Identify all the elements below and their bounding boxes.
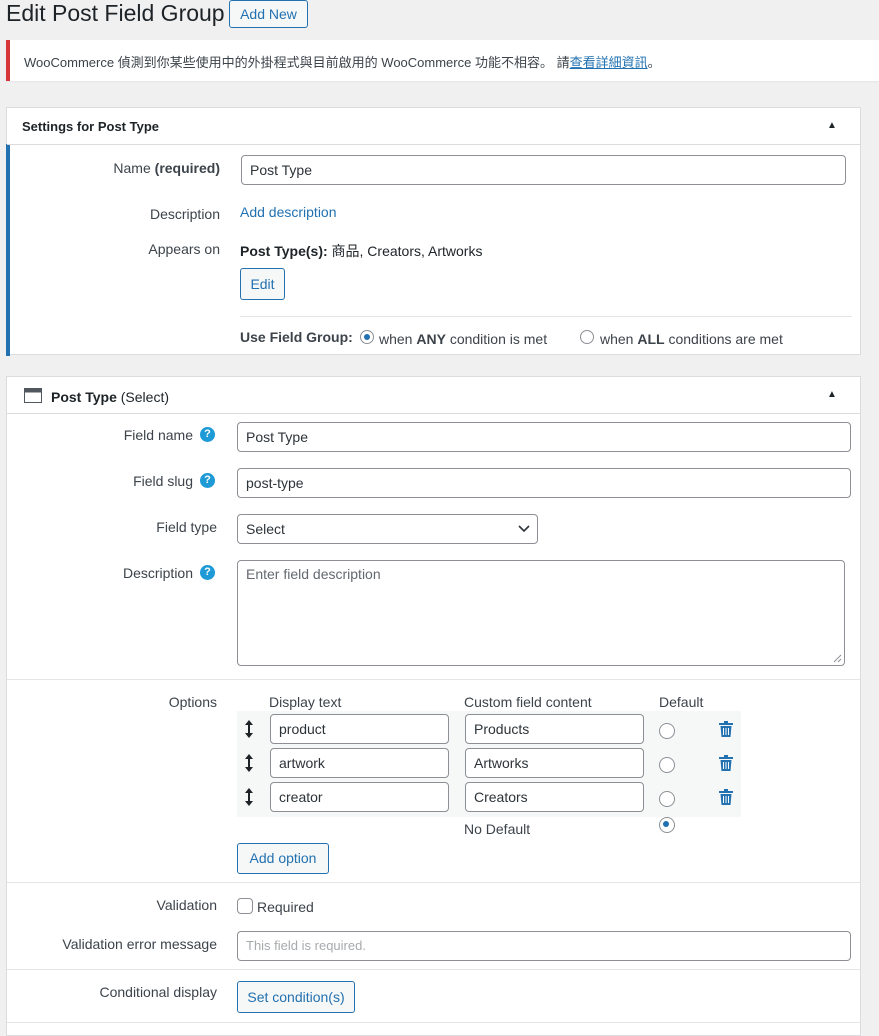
group-name-input[interactable]: Post Type	[241, 155, 846, 185]
settings-box: Settings for Post Type ▲	[6, 107, 861, 356]
name-label-text: Name	[113, 160, 151, 176]
settings-description-label: Description	[149, 206, 220, 222]
all-suffix: conditions are met	[668, 331, 783, 347]
trash-icon[interactable]	[719, 789, 733, 805]
divider	[240, 316, 852, 317]
page-title: Edit Post Field Group	[6, 0, 225, 26]
drag-handle-icon[interactable]	[244, 753, 254, 773]
divider	[7, 1022, 860, 1023]
post-types-label: Post Type(s):	[240, 243, 328, 259]
field-name-input[interactable]: Post Type	[237, 422, 851, 452]
options-label: Options	[168, 694, 217, 710]
field-title-type: (Select)	[120, 389, 169, 405]
field-title: Post Type	[51, 389, 117, 405]
condition-all-radio[interactable]	[580, 330, 594, 344]
option-display-input[interactable]: product	[270, 714, 449, 744]
any-suffix: condition is met	[449, 331, 548, 347]
field-type-value: Select	[246, 521, 285, 537]
validation-error-label: Validation error message	[62, 936, 217, 952]
chevron-down-icon	[518, 525, 530, 533]
no-default-label: No Default	[464, 821, 531, 837]
divider	[7, 144, 860, 145]
use-field-group-label: Use Field Group:	[240, 329, 353, 345]
no-default-radio[interactable]	[659, 817, 675, 833]
settings-box-title: Settings for Post Type	[22, 119, 159, 134]
notice-details-link[interactable]: 查看詳細資訊	[570, 55, 648, 70]
appears-on-label: Appears on	[148, 241, 220, 257]
edit-post-types-button[interactable]: Edit	[240, 268, 285, 300]
trash-icon[interactable]	[719, 721, 733, 737]
post-types-value: 商品, Creators, Artworks	[331, 243, 483, 259]
settings-accent-bar	[6, 144, 10, 356]
divider	[7, 969, 860, 970]
condition-any-radio[interactable]	[360, 330, 374, 344]
drag-handle-icon[interactable]	[244, 719, 254, 739]
all-prefix: when	[600, 331, 634, 347]
validation-label: Validation	[156, 897, 217, 913]
field-slug-input[interactable]: post-type	[237, 468, 851, 498]
notice-message: WooCommerce 偵測到你某些使用中的外掛程式與目前啟用的 WooComm…	[24, 52, 661, 71]
select-field-icon	[24, 388, 42, 403]
option-default-radio[interactable]	[659, 791, 675, 807]
drag-handle-icon[interactable]	[244, 787, 254, 807]
divider	[7, 413, 860, 414]
field-description-label: Description	[122, 565, 193, 581]
required-checkbox[interactable]	[237, 898, 253, 914]
divider	[7, 882, 860, 883]
add-description-link[interactable]: Add description	[240, 204, 337, 220]
resize-handle-icon[interactable]	[833, 654, 842, 663]
field-box-title: Post Type (Select)	[51, 389, 169, 405]
option-custom-input[interactable]: Creators	[465, 782, 644, 812]
add-option-button[interactable]: Add option	[237, 843, 329, 874]
condition-all-label[interactable]: when ALL conditions are met	[600, 331, 783, 347]
col-custom-content: Custom field content	[464, 694, 592, 710]
option-custom-input[interactable]: Products	[465, 714, 644, 744]
option-default-radio[interactable]	[659, 723, 675, 739]
add-new-button[interactable]: Add New	[229, 0, 308, 28]
field-slug-label: Field slug	[133, 473, 193, 489]
option-display-input[interactable]: artwork	[270, 748, 449, 778]
any-prefix: when	[379, 331, 413, 347]
option-default-radio[interactable]	[659, 757, 675, 773]
trash-icon[interactable]	[719, 755, 733, 771]
set-conditions-button[interactable]: Set condition(s)	[237, 981, 355, 1013]
field-type-label: Field type	[156, 519, 217, 535]
name-label: Name (required)	[40, 160, 220, 176]
help-icon[interactable]: ?	[200, 565, 215, 580]
notice-suffix: 。	[647, 55, 661, 70]
notice-text: WooCommerce 偵測到你某些使用中的外掛程式與目前啟用的 WooComm…	[24, 55, 570, 70]
help-icon[interactable]: ?	[200, 427, 215, 442]
field-type-select[interactable]: Select	[237, 514, 538, 544]
collapse-arrow-icon[interactable]: ▲	[827, 120, 837, 131]
any-bold: ANY	[416, 331, 446, 347]
collapse-arrow-icon[interactable]: ▲	[827, 389, 837, 400]
required-checkbox-label[interactable]: Required	[257, 899, 314, 915]
compat-notice: WooCommerce 偵測到你某些使用中的外掛程式與目前啟用的 WooComm…	[6, 40, 879, 81]
post-types-text: Post Type(s): 商品, Creators, Artworks	[240, 241, 482, 261]
field-name-label: Field name	[123, 427, 193, 443]
option-custom-input[interactable]: Artworks	[465, 748, 644, 778]
all-bold: ALL	[637, 331, 665, 347]
field-description-textarea[interactable]: Enter field description	[237, 560, 845, 666]
description-placeholder: Enter field description	[246, 566, 381, 582]
condition-any-label[interactable]: when ANY condition is met	[379, 331, 547, 347]
divider	[7, 679, 860, 680]
option-display-input[interactable]: creator	[270, 782, 449, 812]
validation-error-input[interactable]: This field is required.	[237, 931, 851, 961]
conditional-display-label: Conditional display	[99, 984, 217, 1000]
col-default: Default	[659, 694, 704, 710]
help-icon[interactable]: ?	[200, 473, 215, 488]
name-required-text: (required)	[154, 160, 220, 176]
col-display-text: Display text	[269, 694, 342, 710]
